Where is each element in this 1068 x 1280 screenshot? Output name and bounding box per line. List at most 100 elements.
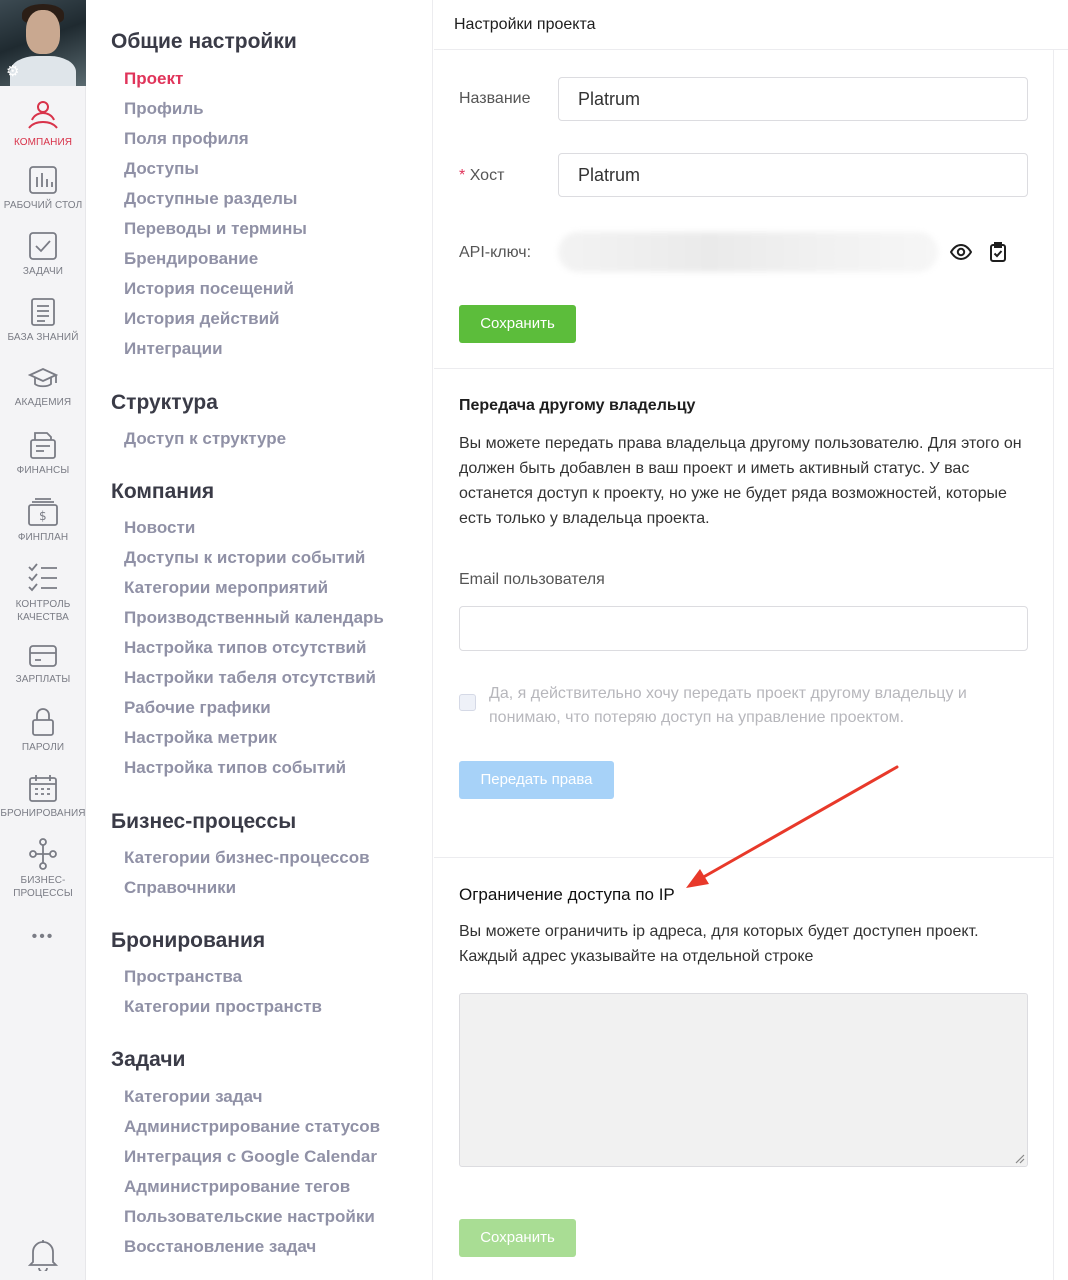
app-rail: ⚙ КОМПАНИЯ РАБОЧИЙ СТОЛ ЗАДАЧИ БАЗА ЗНАН… xyxy=(0,0,86,1280)
menu-section-title: Общие настройки xyxy=(111,30,297,53)
rail-item-booking[interactable]: БРОНИРОВАНИЯ xyxy=(0,773,86,820)
rail-item-tasks[interactable]: ЗАДАЧИ xyxy=(0,231,86,278)
rail-item-business-process[interactable]: БИЗНЕС-ПРОЦЕССЫ xyxy=(0,838,86,900)
menu-item-project[interactable]: Проект xyxy=(124,69,183,89)
academy-icon xyxy=(28,368,58,388)
menu-item-profile-fields[interactable]: Поля профиля xyxy=(124,129,249,149)
more-icon[interactable]: ••• xyxy=(0,928,86,946)
booking-icon xyxy=(29,775,57,802)
menu-item-directories[interactable]: Справочники xyxy=(124,878,236,898)
rail-label: ПАРОЛИ xyxy=(21,742,65,753)
section-divider xyxy=(434,368,1053,369)
api-key-label: API-ключ: xyxy=(459,244,532,261)
passwords-icon xyxy=(32,708,54,736)
menu-item-google-calendar[interactable]: Интеграция с Google Calendar xyxy=(124,1147,377,1167)
rail-item-knowledge-base[interactable]: БАЗА ЗНАНИЙ xyxy=(0,297,86,344)
name-label: Название xyxy=(459,90,531,107)
save-project-button[interactable]: Сохранить xyxy=(459,305,576,343)
confirm-checkbox[interactable] xyxy=(459,694,476,711)
menu-item-structure-access[interactable]: Доступ к структуре xyxy=(124,429,286,449)
menu-item-translations[interactable]: Переводы и термины xyxy=(124,219,307,239)
menu-section-title: Задачи xyxy=(111,1048,186,1071)
transfer-rights-button[interactable]: Передать права xyxy=(459,761,614,799)
transfer-title: Передача другому владельцу xyxy=(459,397,696,414)
settings-menu: Общие настройки Проект Профиль Поля проф… xyxy=(86,0,433,1280)
rail-item-finance[interactable]: ФИНАНСЫ xyxy=(0,430,86,477)
menu-item-integrations[interactable]: Интеграции xyxy=(124,339,223,359)
menu-section-title: Структура xyxy=(111,391,218,414)
api-key-value xyxy=(558,232,938,272)
rail-label: ФИНПЛАН xyxy=(17,532,69,543)
rail-item-academy[interactable]: АКАДЕМИЯ xyxy=(0,366,86,409)
menu-item-tags-admin[interactable]: Администрирование тегов xyxy=(124,1177,350,1197)
quality-control-icon xyxy=(28,563,57,592)
rail-item-quality-control[interactable]: КОНТРОЛЬ КАЧЕСТВА xyxy=(0,562,86,624)
rail-item-dashboard[interactable]: РАБОЧИЙ СТОЛ xyxy=(0,165,86,212)
confirm-label: Да, я действительно хочу передать проект… xyxy=(489,685,967,726)
menu-item-bp-categories[interactable]: Категории бизнес-процессов xyxy=(124,848,370,868)
save-ip-button[interactable]: Сохранить xyxy=(459,1219,576,1257)
host-label: * Хост xyxy=(459,167,504,185)
menu-item-event-history-access[interactable]: Доступы к истории событий xyxy=(124,548,365,568)
menu-item-event-types[interactable]: Настройка типов событий xyxy=(124,758,346,778)
page-header: Настройки проекта xyxy=(434,0,1068,50)
menu-item-production-calendar[interactable]: Производственный календарь xyxy=(124,608,384,628)
settings-content: Настройки проекта Название Platrum * Хос… xyxy=(434,0,1068,1280)
rail-label: ЗАРПЛАТЫ xyxy=(15,674,71,685)
divider xyxy=(1053,50,1054,1280)
menu-item-profile[interactable]: Профиль xyxy=(124,99,204,119)
menu-item-visit-history[interactable]: История посещений xyxy=(124,279,294,299)
menu-item-spaces[interactable]: Пространства xyxy=(124,967,242,987)
rail-item-salary[interactable]: ЗАРПЛАТЫ xyxy=(0,643,86,686)
rail-label: АКАДЕМИЯ xyxy=(14,397,72,408)
menu-item-metrics[interactable]: Настройка метрик xyxy=(124,728,277,748)
host-input[interactable]: Platrum xyxy=(558,153,1028,197)
name-input[interactable]: Platrum xyxy=(558,77,1028,121)
menu-item-branding[interactable]: Брендирование xyxy=(124,249,258,269)
ip-list-textarea[interactable] xyxy=(459,993,1028,1167)
rail-label: БАЗА ЗНАНИЙ xyxy=(7,332,79,343)
menu-item-absence-types[interactable]: Настройка типов отсутствий xyxy=(124,638,366,658)
section-divider xyxy=(434,857,1053,858)
menu-item-absence-timesheet[interactable]: Настройки табеля отсутствий xyxy=(124,668,376,688)
gear-icon[interactable]: ⚙ xyxy=(6,64,22,80)
menu-item-task-restore[interactable]: Восстановление задач xyxy=(124,1237,316,1257)
menu-item-status-admin[interactable]: Администрирование статусов xyxy=(124,1117,380,1137)
rail-label: РАБОЧИЙ СТОЛ xyxy=(3,200,83,211)
dashboard-icon xyxy=(29,166,57,194)
menu-section-title: Компания xyxy=(111,480,215,503)
rail-item-company[interactable]: КОМПАНИЯ xyxy=(0,98,86,149)
knowledge-base-icon xyxy=(31,298,55,326)
page-title: Настройки проекта xyxy=(454,16,596,33)
menu-item-access[interactable]: Доступы xyxy=(124,159,199,179)
rail-label: КОНТРОЛЬ КАЧЕСТВА xyxy=(15,599,71,623)
menu-item-task-categories[interactable]: Категории задач xyxy=(124,1087,262,1107)
menu-item-user-settings[interactable]: Пользовательские настройки xyxy=(124,1207,375,1227)
eye-icon[interactable] xyxy=(949,242,973,267)
rail-label: БИЗНЕС-ПРОЦЕССЫ xyxy=(13,875,73,899)
menu-section-title: Бронирования xyxy=(111,929,266,952)
menu-item-work-schedules[interactable]: Рабочие графики xyxy=(124,698,271,718)
menu-item-news[interactable]: Новости xyxy=(124,518,195,538)
tasks-icon xyxy=(29,232,57,260)
menu-item-event-categories[interactable]: Категории мероприятий xyxy=(124,578,328,598)
ip-restriction-title: Ограничение доступа по IP xyxy=(459,885,675,904)
clipboard-icon[interactable] xyxy=(989,241,1007,268)
rail-item-passwords[interactable]: ПАРОЛИ xyxy=(0,707,86,754)
bell-icon[interactable] xyxy=(27,1237,59,1276)
menu-item-space-categories[interactable]: Категории пространств xyxy=(124,997,322,1017)
rail-item-finplan[interactable]: $ ФИНПЛАН xyxy=(0,497,86,544)
required-mark: * xyxy=(459,167,466,184)
email-label: Email пользователя xyxy=(459,571,605,588)
rail-label: БРОНИРОВАНИЯ xyxy=(0,808,86,819)
rail-label: КОМПАНИЯ xyxy=(13,137,73,148)
user-avatar[interactable]: ⚙ xyxy=(0,0,86,86)
ip-restriction-description: Вы можете ограничить ip адреса, для кото… xyxy=(459,923,979,965)
email-field[interactable] xyxy=(459,606,1028,651)
resize-handle-icon[interactable] xyxy=(1013,1152,1025,1164)
menu-item-action-history[interactable]: История действий xyxy=(124,309,279,329)
rail-label: ЗАДАЧИ xyxy=(22,266,64,277)
menu-item-available-sections[interactable]: Доступные разделы xyxy=(124,189,297,209)
finance-icon xyxy=(30,432,56,459)
business-process-icon xyxy=(29,838,57,870)
